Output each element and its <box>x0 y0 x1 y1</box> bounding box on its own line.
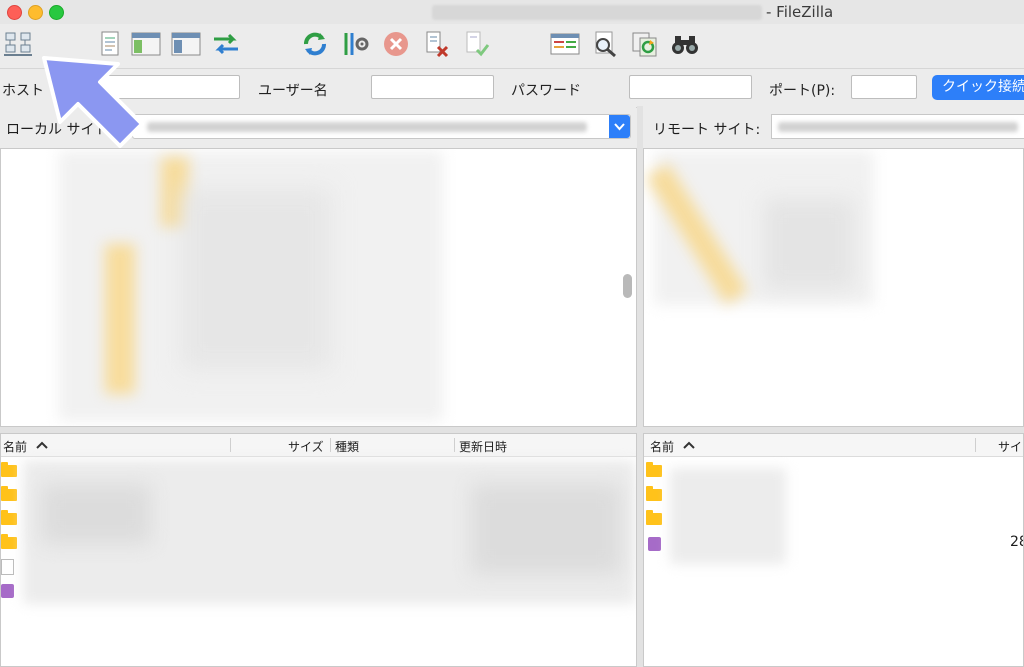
sort-ascending-icon <box>683 441 695 449</box>
local-file-list[interactable]: 名前 サイズ 種類 更新日時 <box>0 433 637 667</box>
search-icon[interactable] <box>589 28 621 60</box>
find-files-icon[interactable] <box>669 28 701 60</box>
username-input[interactable] <box>371 75 494 99</box>
reconnect-icon[interactable] <box>460 28 492 60</box>
password-input[interactable] <box>629 75 752 99</box>
local-path-combobox[interactable] <box>132 114 631 139</box>
php-file-icon <box>648 537 661 551</box>
zoom-window-button[interactable] <box>49 5 64 20</box>
local-column-size[interactable]: サイズ <box>288 438 324 455</box>
disconnect-icon[interactable] <box>420 28 452 60</box>
quickconnect-bar: ホスト ユーザー名 パスワード ポート(P): クイック接続 <box>0 68 1024 108</box>
window-title: - FileZilla <box>766 3 834 21</box>
folder-icon <box>1 510 17 525</box>
minimize-window-button[interactable] <box>28 5 43 20</box>
transfer-queue-icon[interactable] <box>210 28 242 60</box>
local-file-list-header: 名前 サイズ 種類 更新日時 <box>1 434 636 457</box>
folder-icon <box>646 462 662 477</box>
port-label: ポート(P): <box>769 83 836 99</box>
remote-column-name[interactable]: 名前 <box>650 438 674 455</box>
remote-directory-tree[interactable] <box>643 148 1024 427</box>
filter-icon[interactable] <box>340 28 372 60</box>
remote-file-list[interactable]: 名前 サイ 28 <box>643 433 1024 667</box>
quickconnect-button[interactable]: クイック接続 <box>932 75 1024 100</box>
local-tree-scrollbar[interactable] <box>623 274 632 298</box>
remote-file-list-header: 名前 サイ <box>644 434 1023 457</box>
remote-tree-icon[interactable] <box>170 28 202 60</box>
folder-icon <box>646 486 662 501</box>
remote-path-bar: リモート サイト: <box>643 106 1024 148</box>
toolbar <box>0 24 1024 68</box>
folder-icon <box>1 534 17 549</box>
folder-icon <box>646 510 662 525</box>
remote-site-label: リモート サイト: <box>653 122 761 138</box>
blurred-title-text <box>432 5 762 20</box>
password-label: パスワード <box>511 83 581 99</box>
remote-file-size: 28 <box>1010 534 1023 550</box>
local-column-type[interactable]: 種類 <box>335 438 359 455</box>
port-input[interactable] <box>851 75 917 99</box>
remote-path-combobox[interactable] <box>771 114 1024 139</box>
close-window-button[interactable] <box>7 5 22 20</box>
file-icon <box>1 559 14 575</box>
sync-browse-icon[interactable] <box>629 28 661 60</box>
folder-icon <box>1 462 17 477</box>
php-file-icon <box>1 584 14 598</box>
local-directory-tree[interactable] <box>0 148 637 427</box>
remote-column-size[interactable]: サイ <box>998 438 1022 455</box>
chevron-down-icon[interactable] <box>609 115 630 138</box>
refresh-icon[interactable] <box>299 28 331 60</box>
site-manager-icon[interactable] <box>2 28 34 60</box>
cancel-icon[interactable] <box>380 28 412 60</box>
title-bar: - FileZilla <box>0 0 1024 24</box>
local-column-modified[interactable]: 更新日時 <box>459 438 507 455</box>
username-label: ユーザー名 <box>258 83 328 99</box>
pointer-arrow-annotation <box>42 56 144 148</box>
local-column-name[interactable]: 名前 <box>3 438 27 455</box>
folder-icon <box>1 486 17 501</box>
compare-icon[interactable] <box>549 28 581 60</box>
sort-ascending-icon <box>36 441 48 449</box>
